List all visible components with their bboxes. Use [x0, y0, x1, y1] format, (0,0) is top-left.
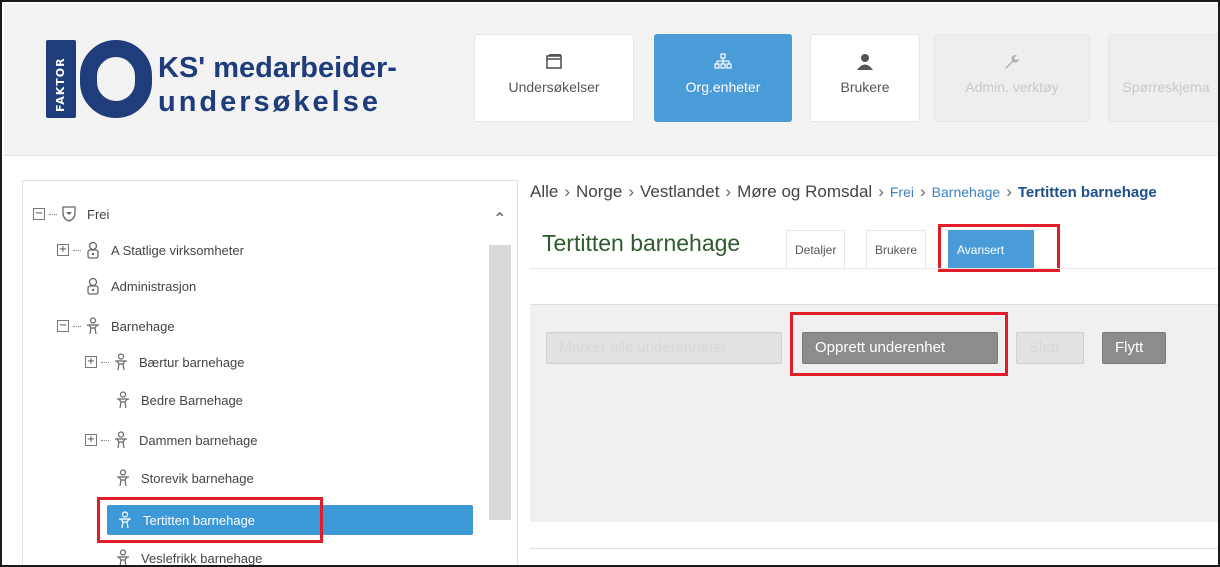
- highlight-box-tree-selection: [97, 497, 323, 543]
- expand-icon[interactable]: +: [85, 434, 97, 446]
- breadcrumb-item[interactable]: Alle: [530, 182, 558, 201]
- breadcrumb-separator: ›: [725, 182, 732, 201]
- breadcrumb-item[interactable]: Norge: [576, 182, 622, 201]
- child-icon: [117, 469, 129, 487]
- logo-digit-zero: [80, 40, 152, 118]
- app-header: FAKTOR KS' medarbeider- undersøkelse Und…: [4, 4, 1218, 156]
- tree-node-label: Bedre Barnehage: [141, 392, 243, 408]
- tree-node-label: Storevik barnehage: [141, 470, 254, 486]
- child-icon: [115, 353, 127, 371]
- nav-admin-verktoy-button[interactable]: Admin. verktøy: [934, 34, 1090, 122]
- highlight-box-create-button: [790, 312, 1008, 376]
- breadcrumb-separator: ›: [878, 182, 884, 201]
- breadcrumb-separator: ›: [920, 182, 926, 201]
- breadcrumb: Alle › Norge › Vestlandet › Møre og Romsdal › Fr…: [530, 182, 1157, 202]
- breadcrumb-separator: ›: [1006, 182, 1012, 201]
- breadcrumb-item[interactable]: Møre og Romsdal: [737, 182, 872, 201]
- nav-sporreskjema-button[interactable]: Spørreskjema: [1108, 34, 1218, 122]
- breadcrumb-link[interactable]: Barnehage: [932, 184, 1001, 200]
- nav-label: Undersøkelser: [508, 79, 600, 95]
- tree-node-bedre-barnehage[interactable]: Bedre Barnehage: [115, 389, 243, 411]
- tree-node-label: Veslefrikk barnehage: [141, 550, 263, 566]
- blank-icon: [1157, 53, 1175, 71]
- window-icon: [546, 54, 562, 69]
- tree-node-storevik-barnehage[interactable]: Storevik barnehage: [115, 467, 254, 489]
- scroll-thumb[interactable]: [489, 245, 511, 520]
- highlight-box-tab: [938, 224, 1060, 272]
- tree-node-veslefrikk-barnehage[interactable]: Veslefrikk barnehage: [115, 547, 263, 566]
- child-icon: [87, 317, 99, 335]
- collapse-icon[interactable]: −: [57, 320, 69, 332]
- nav-label: Org.enheter: [685, 79, 761, 95]
- expand-icon[interactable]: +: [57, 244, 69, 256]
- breadcrumb-separator: ›: [564, 182, 571, 201]
- breadcrumb-link[interactable]: Frei: [890, 184, 914, 200]
- app-frame: FAKTOR KS' medarbeider- undersøkelse Und…: [0, 0, 1220, 567]
- tree-node-barnehage[interactable]: − Barnehage: [57, 315, 175, 337]
- tree-node-a-statlige-virksomheter[interactable]: + A Statlige virksomheter: [57, 239, 244, 261]
- tree-node-label: Frei: [87, 206, 110, 222]
- nav-label: Spørreskjema: [1122, 79, 1210, 95]
- org-unit-icon: [87, 241, 99, 259]
- wrench-icon: [1005, 55, 1019, 69]
- tree-node-label: Barnehage: [111, 318, 175, 334]
- child-icon: [115, 431, 127, 449]
- tree-node-label: Bærtur barnehage: [139, 354, 245, 370]
- nav-brukere-button[interactable]: Brukere: [810, 34, 920, 122]
- slett-button[interactable]: Slett: [1016, 332, 1084, 364]
- tree-node-frei[interactable]: − Frei: [33, 203, 109, 225]
- ks-logo[interactable]: FAKTOR KS' medarbeider- undersøkelse: [46, 32, 406, 132]
- panel-divider: [530, 548, 1218, 549]
- tab-brukere[interactable]: Brukere: [866, 230, 927, 268]
- child-icon: [117, 391, 129, 409]
- tabs-divider: [530, 268, 1218, 269]
- logo-line1: KS' medarbeider-: [158, 52, 397, 84]
- tree-node-label: Administrasjon: [111, 278, 197, 294]
- tree-node-dammen-barnehage[interactable]: + Dammen barnehage: [85, 429, 258, 451]
- nav-undersokelser-button[interactable]: Undersøkelser: [474, 34, 634, 122]
- logo-faktor-text: FAKTOR: [54, 57, 67, 112]
- tab-detaljer[interactable]: Detaljer: [786, 230, 846, 268]
- tree-node-label: Dammen barnehage: [139, 432, 258, 448]
- child-icon: [117, 549, 129, 565]
- tree-scrollbar[interactable]: ⌃: [487, 193, 513, 565]
- org-unit-icon: [87, 277, 99, 295]
- nav-org-enheter-button[interactable]: Org.enheter: [654, 34, 792, 122]
- org-tree-panel: ⌃ − Frei + A Statlige virksomheter Admin…: [22, 180, 518, 566]
- tree-node-baertur-barnehage[interactable]: + Bærtur barnehage: [85, 351, 245, 373]
- tree-node-label: A Statlige virksomheter: [111, 242, 244, 258]
- breadcrumb-item[interactable]: Vestlandet: [640, 182, 719, 201]
- expand-icon[interactable]: +: [85, 356, 97, 368]
- nav-label: Brukere: [840, 79, 890, 95]
- marker-alle-button[interactable]: Marker alle underenheter: [546, 332, 782, 364]
- scroll-up-icon[interactable]: ⌃: [493, 209, 506, 229]
- nav-label: Admin. verktøy: [965, 79, 1059, 95]
- logo-line2: undersøkelse: [158, 86, 381, 118]
- user-icon: [857, 54, 873, 70]
- breadcrumb-separator: ›: [628, 182, 635, 201]
- collapse-icon[interactable]: −: [33, 208, 45, 220]
- flytt-button[interactable]: Flytt: [1102, 332, 1166, 364]
- tree-node-administrasjon[interactable]: Administrasjon: [85, 275, 196, 297]
- shield-icon: [62, 206, 76, 222]
- org-chart-icon: [714, 53, 732, 69]
- breadcrumb-current: Tertitten barnehage: [1017, 184, 1157, 201]
- page-title: Tertitten barnehage: [542, 230, 741, 256]
